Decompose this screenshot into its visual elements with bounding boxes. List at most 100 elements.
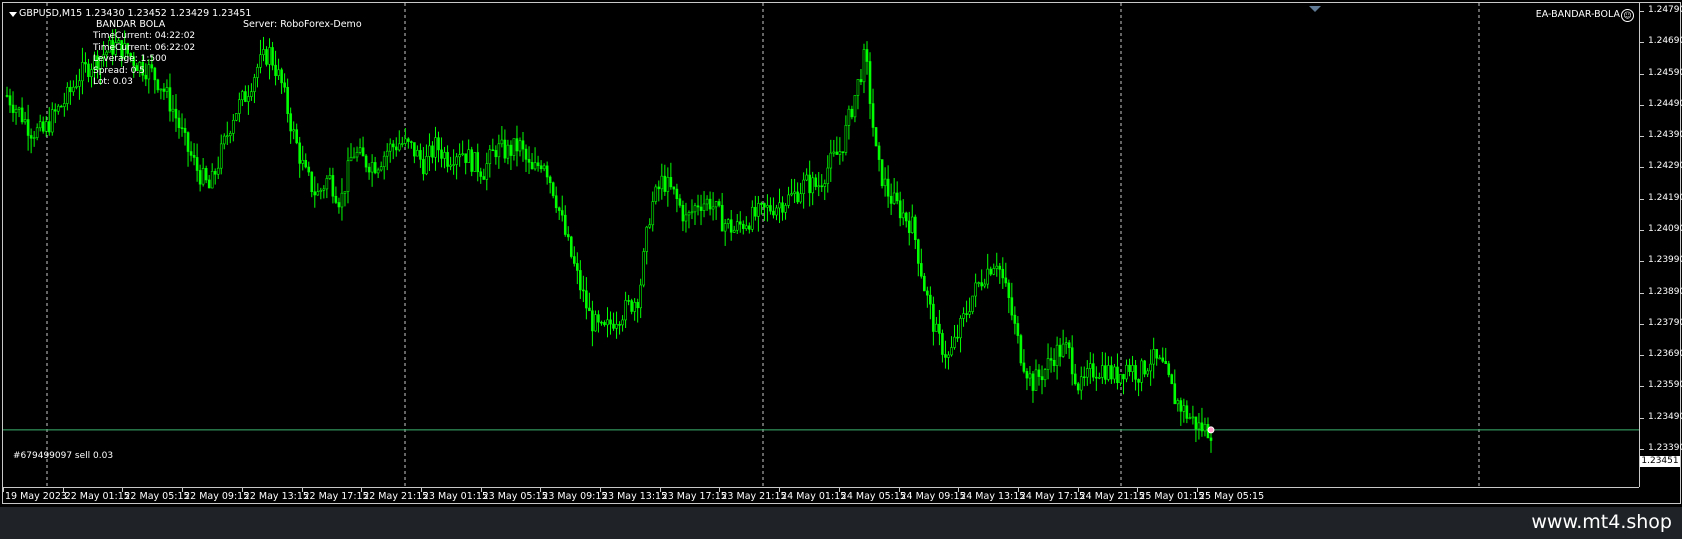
candle-body (865, 49, 869, 62)
candle-body (1209, 437, 1213, 441)
candle-body (355, 152, 359, 158)
chart-window[interactable]: GBPUSD,M15 1.23430 1.23452 1.23429 1.234… (2, 2, 1682, 504)
candle-body (515, 138, 519, 152)
candle-body (316, 191, 320, 196)
chart-menu-arrow-icon[interactable] (9, 12, 17, 17)
candle-body (340, 192, 344, 208)
candle-body (974, 282, 977, 297)
candle-body (78, 80, 81, 87)
candle-body (904, 212, 908, 222)
candle-body (431, 145, 434, 158)
time-tick (241, 488, 243, 492)
time-tick-label: 24 May 01:15 (781, 491, 847, 502)
candle-body (1125, 364, 1128, 380)
candle-body (328, 175, 332, 179)
price-tick-label: 1.24690 (1648, 36, 1682, 47)
candle-body (177, 117, 181, 129)
candle-body (684, 214, 688, 222)
candle-body (793, 191, 796, 194)
time-tick (1017, 488, 1019, 492)
price-tick (1640, 167, 1644, 169)
price-tick (1640, 386, 1644, 388)
candle-body (1149, 363, 1152, 372)
candle-body (35, 127, 39, 138)
candle-body (494, 150, 498, 158)
candle-body (38, 121, 42, 129)
time-tick (600, 488, 601, 492)
candle-body (763, 203, 766, 208)
candle-body (913, 216, 917, 241)
candle-body (449, 164, 452, 167)
candle-body (1107, 365, 1110, 380)
time-tick-label: 25 May 01:15 (1139, 491, 1205, 502)
candle-body (14, 109, 18, 113)
candle-body (817, 185, 821, 188)
candle-body (72, 86, 75, 93)
price-chart[interactable] (3, 3, 1639, 487)
price-axis[interactable]: 1.24790 1.24690 1.24590 1.24490 1.24390 1.242… (1639, 3, 1682, 487)
candle-body (1092, 363, 1095, 378)
candle-body (274, 64, 277, 76)
candle-body (1179, 400, 1183, 412)
candle-body (1085, 368, 1089, 378)
candle-body (968, 311, 971, 315)
candle-body (307, 166, 311, 173)
candle-body (349, 157, 353, 162)
candle-body (304, 159, 308, 168)
candle-body (222, 135, 226, 145)
candle-body (388, 143, 392, 152)
candle-body (723, 223, 727, 232)
candle-body (597, 314, 600, 323)
candle-body (814, 177, 818, 187)
candle-body (717, 201, 721, 206)
candle-body (720, 205, 724, 232)
candle-body (868, 61, 872, 104)
sell-arrow-icon (1207, 426, 1215, 434)
price-tick-label: 1.24590 (1648, 67, 1682, 78)
candle-body (289, 113, 292, 132)
candle-body (920, 263, 923, 277)
candle-body (618, 324, 621, 326)
candle-body (841, 151, 845, 153)
smiley-icon[interactable]: ☺ (1621, 9, 1634, 22)
candle-body (1058, 344, 1062, 357)
candle-body (603, 322, 606, 326)
candle-body (530, 162, 534, 170)
time-tick (958, 488, 960, 492)
time-tick-label: 22 May 13:15 (243, 491, 309, 502)
candle-body (760, 203, 763, 205)
candle-body (1158, 357, 1162, 360)
candle-body (1152, 349, 1155, 365)
candle-body (932, 303, 935, 332)
candle-body (862, 49, 866, 83)
candle-body (262, 49, 265, 56)
candle-body (66, 86, 69, 104)
time-tick-label: 23 May 05:15 (482, 491, 548, 502)
candle-body (280, 69, 283, 84)
candle-body (566, 234, 570, 238)
order-line-label[interactable]: #679499097 sell 0.03 (13, 451, 113, 461)
candle-body (337, 202, 341, 208)
candle-body (238, 99, 241, 114)
price-tick (1640, 104, 1644, 106)
candle-body (687, 212, 691, 216)
candle-body (766, 205, 769, 208)
candle-body (820, 185, 824, 188)
candle-body (325, 178, 329, 190)
price-tick-label: 1.23690 (1648, 349, 1682, 360)
chart-shift-marker-icon[interactable] (1309, 6, 1321, 12)
candle-body (195, 157, 199, 171)
time-axis[interactable]: 19 May 2023 22 May 01:15 22 May 05:15 22 Ma… (3, 487, 1639, 504)
candle-body (805, 174, 808, 181)
time-tick-label: 24 May 05:15 (840, 491, 906, 502)
candle-body (729, 219, 733, 233)
candle-body (503, 139, 507, 159)
time-tick-label: 22 May 17:15 (303, 491, 369, 502)
candle-body (1079, 376, 1083, 391)
candle-body (1076, 383, 1080, 391)
candle-body (744, 225, 748, 229)
candle-body (1064, 342, 1068, 345)
candle-body (491, 149, 495, 152)
candle-body (826, 167, 830, 184)
candle-body (956, 336, 959, 339)
